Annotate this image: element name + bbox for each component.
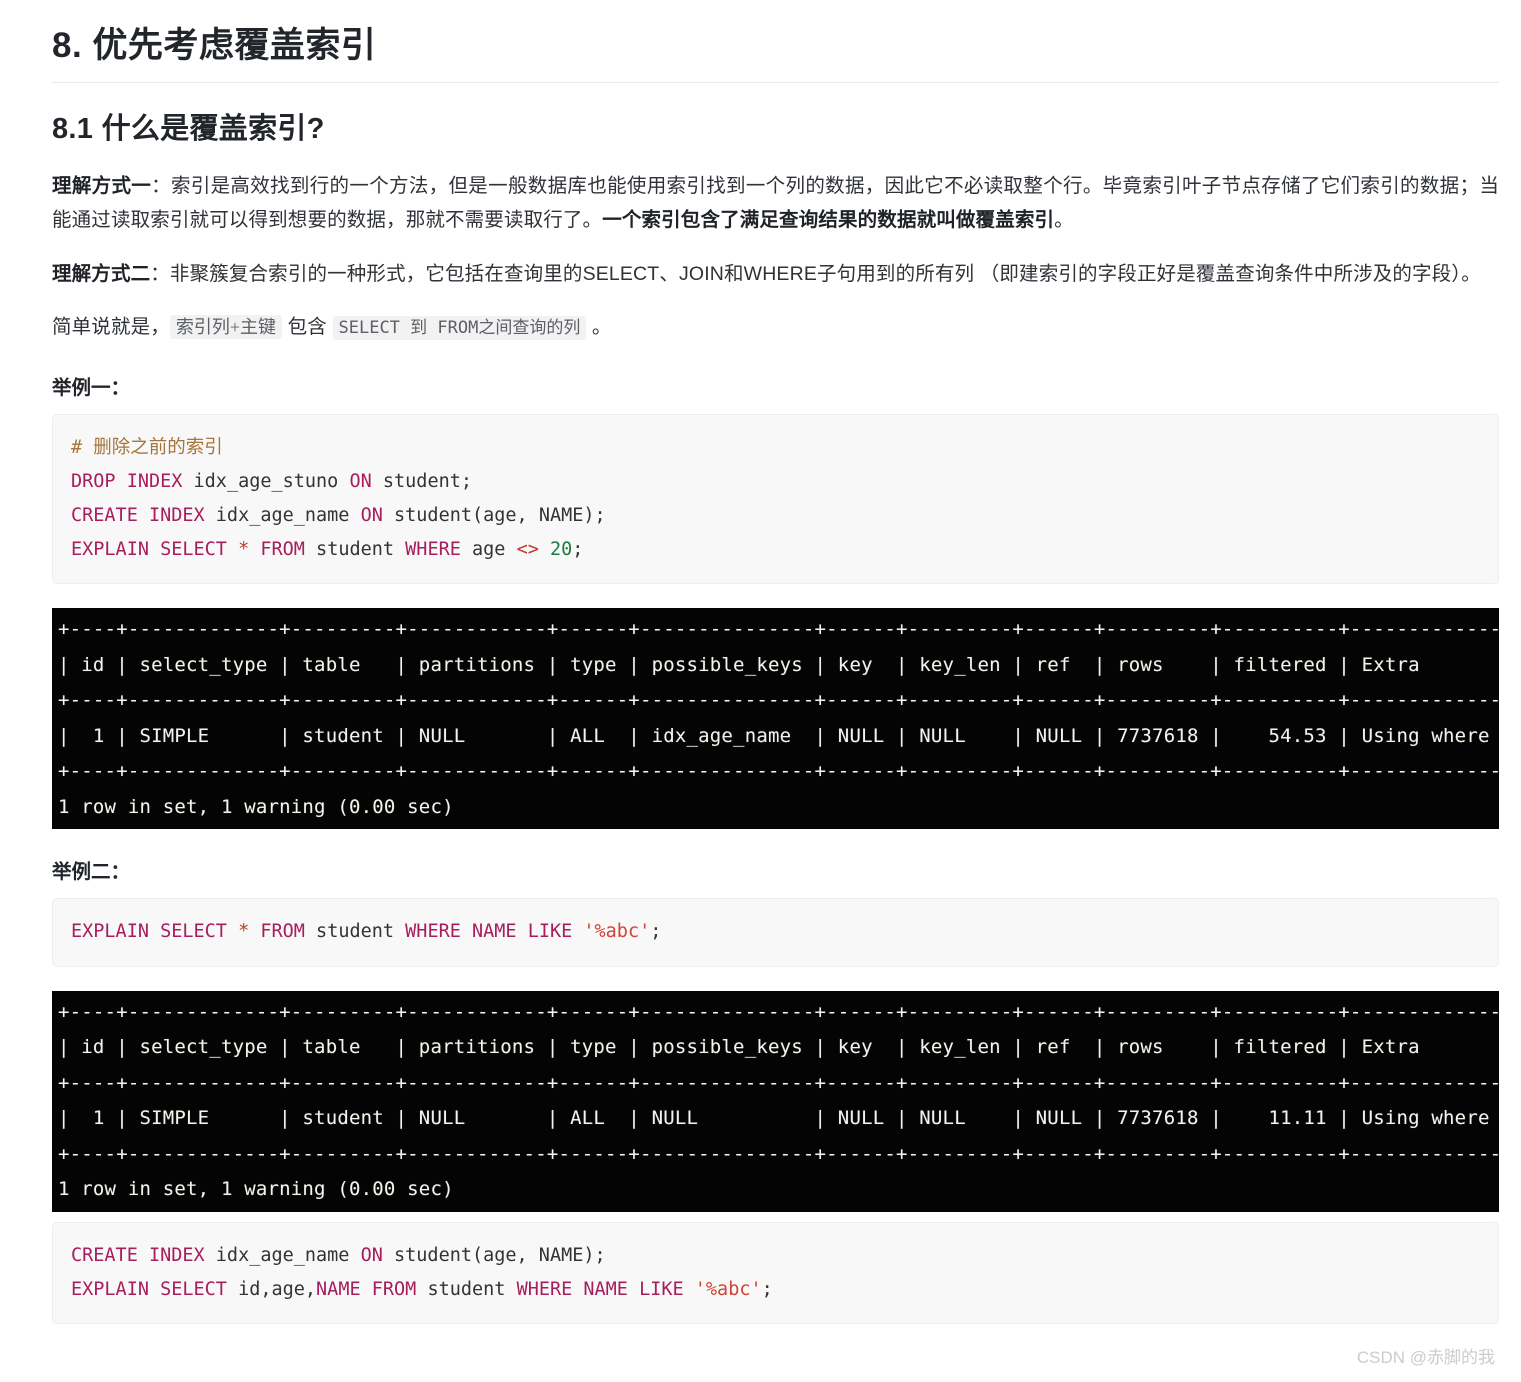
paragraph-understanding-one: 理解方式一：索引是高效找到行的一个方法，但是一般数据库也能使用索引找到一个列的数… xyxy=(52,170,1499,237)
code-token: idx_age_name xyxy=(204,505,361,526)
code-token: CREATE INDEX xyxy=(71,1244,205,1266)
code-token: <> xyxy=(516,539,539,561)
summary-suffix: 。 xyxy=(586,316,612,339)
label-example-two: 举例二： xyxy=(52,861,131,884)
code-token: ON xyxy=(360,1244,383,1266)
code-token: # 删除之前的索引 xyxy=(71,436,223,458)
code-token: ; xyxy=(650,921,662,943)
code-token: '%abc' xyxy=(583,921,651,943)
code-token: student(age, NAME); xyxy=(382,1244,606,1266)
sql-code-block-1: # 删除之前的索引 DROP INDEX idx_age_stuno ON st… xyxy=(52,413,1499,585)
code-token: age xyxy=(460,539,517,561)
code-token: NAME xyxy=(316,1278,361,1300)
csdn-watermark: CSDN @赤脚的我 xyxy=(1356,1348,1495,1367)
code-token: ; xyxy=(761,1278,773,1300)
code-token: ); xyxy=(583,505,606,526)
paragraph-lead-two: 理解方式二 xyxy=(52,262,151,285)
code-token: student xyxy=(416,1278,517,1300)
page-title: 8. 优先考虑覆盖索引 xyxy=(52,24,1499,83)
code-token: '%abc' xyxy=(694,1278,762,1300)
paragraph-understanding-two: 理解方式二：非聚簇复合索引的一种形式，它包括在查询里的SELECT、JOIN和W… xyxy=(52,258,1499,292)
inline-code-index-columns: 索引列+主键 xyxy=(169,315,283,340)
section-heading-8-1: 8.1 什么是覆盖索引? xyxy=(52,112,325,145)
code-token: FROM xyxy=(371,1278,417,1300)
code-token: student; xyxy=(371,470,472,492)
code-token: NAME xyxy=(538,505,584,526)
colon-2: ： xyxy=(150,262,170,285)
code-token: idx_age_name xyxy=(204,1244,361,1266)
code-token: CREATE INDEX xyxy=(71,505,205,526)
code-token: FROM xyxy=(260,921,305,943)
period-1: 。 xyxy=(1054,208,1074,231)
label-example-one: 举例一： xyxy=(52,376,131,399)
summary-prefix: 简单说就是， xyxy=(52,316,170,339)
code-token: EXPLAIN SELECT xyxy=(71,921,227,943)
terminal-output-1: +----+-------------+---------+----------… xyxy=(52,608,1499,830)
code-token: * xyxy=(226,539,261,561)
code-token: FROM xyxy=(260,539,305,561)
code-token: 20 xyxy=(550,539,573,561)
code-token: DROP INDEX xyxy=(71,470,183,492)
code-token: WHERE xyxy=(405,539,461,561)
code-token: WHERE NAME LIKE xyxy=(516,1278,684,1300)
document-page: 8. 优先考虑覆盖索引 8.1 什么是覆盖索引? 理解方式一：索引是高效找到行的… xyxy=(0,0,1521,1382)
code-token: student xyxy=(304,539,406,561)
paragraph-bold-tail-one: 一个索引包含了满足查询结果的数据就叫做覆盖索引 xyxy=(602,208,1055,231)
code-token: student xyxy=(304,921,406,943)
summary-mid: 包含 xyxy=(282,316,333,339)
code-token: * xyxy=(226,921,261,943)
code-token: ON xyxy=(349,470,372,492)
paragraph-simple-summary: 简单说就是， 索引列+主键 包含 SELECT 到 FROM之间查询的列 。 xyxy=(52,311,1499,345)
paragraph-lead-one: 理解方式一 xyxy=(52,175,152,198)
colon-1: ： xyxy=(151,175,171,198)
code-token: idx_age_stuno xyxy=(182,470,350,492)
paragraph-body-two: 非聚簇复合索引的一种形式，它包括在查询里的SELECT、JOIN和WHERE子句… xyxy=(169,262,1481,285)
code-token: ON xyxy=(360,505,383,526)
code-token: student(age, xyxy=(382,505,539,526)
code-token: ; xyxy=(572,539,584,561)
sql-code-block-2: EXPLAIN SELECT * FROM student WHERE NAME… xyxy=(52,898,1499,967)
terminal-output-2: +----+-------------+---------+----------… xyxy=(52,990,1499,1212)
code-token: id,age, xyxy=(226,1278,317,1300)
sql-code-block-3: CREATE INDEX idx_age_name ON student(age… xyxy=(52,1221,1499,1325)
inline-code-select-to-from: SELECT 到 FROM之间查询的列 xyxy=(332,316,587,341)
code-token: EXPLAIN SELECT xyxy=(71,539,227,561)
code-token: EXPLAIN SELECT xyxy=(71,1278,227,1300)
code-token: WHERE NAME LIKE xyxy=(405,921,573,943)
